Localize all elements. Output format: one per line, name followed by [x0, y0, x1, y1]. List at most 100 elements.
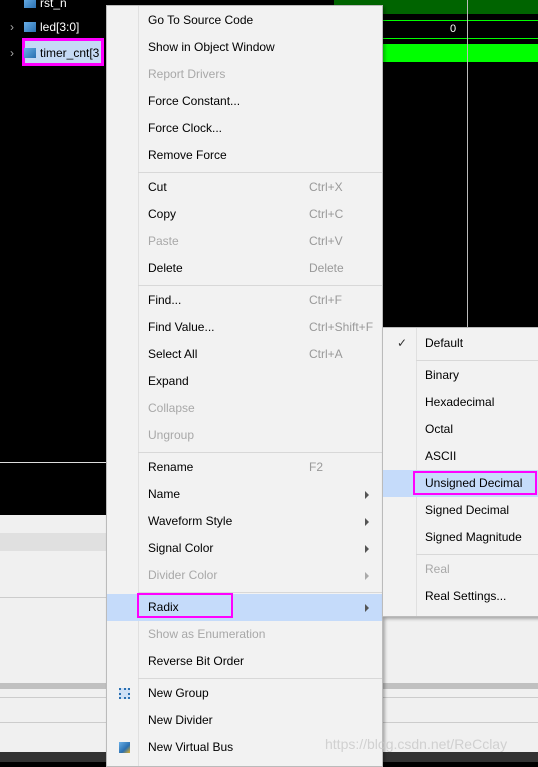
- shortcut-label: Ctrl+A: [309, 347, 343, 361]
- menu-item-label: Show in Object Window: [148, 40, 275, 54]
- menu-item-expand[interactable]: Expand: [107, 368, 382, 395]
- menu-item-ascii[interactable]: ASCII: [383, 443, 538, 470]
- menu-item-signal-color[interactable]: Signal Color: [107, 535, 382, 562]
- menu-item-label: Force Clock...: [148, 121, 223, 135]
- menu-item-label: Real: [425, 562, 450, 576]
- menu-item-force-clock[interactable]: Force Clock...: [107, 115, 382, 142]
- shortcut-label: F2: [309, 460, 324, 474]
- menu-item-label: Octal: [425, 422, 454, 436]
- menu-item-label: Reverse Bit Order: [148, 654, 245, 668]
- expand-chevron-icon[interactable]: ›: [10, 17, 24, 37]
- menu-item-label: Force Constant...: [148, 94, 241, 108]
- menu-item-default[interactable]: Default ✓: [383, 330, 538, 357]
- menu-item-label: Hexadecimal: [425, 395, 495, 409]
- menu-item-new-group[interactable]: New Group: [107, 680, 382, 707]
- menu-item-force-constant[interactable]: Force Constant...: [107, 88, 382, 115]
- menu-separator: [138, 172, 382, 173]
- radix-highlight-box: [137, 593, 233, 618]
- menu-item-label: Signed Decimal: [425, 503, 510, 517]
- menu-item-label: Rename: [148, 460, 194, 474]
- radix-submenu: Default ✓ Binary Hexadecimal Octal ASCII Unsig…: [382, 327, 538, 617]
- signal-name-panel: rst_n › led[3:0] › timer_cnt[3: [0, 0, 110, 515]
- menu-item-label: Paste: [148, 234, 179, 248]
- menu-item-label: New Group: [148, 686, 209, 700]
- menu-item-show-in-object-window[interactable]: Show in Object Window: [107, 34, 382, 61]
- watermark: https://blog.csdn.net/ReCclay: [325, 736, 508, 752]
- menu-item-label: Show as Enumeration: [148, 627, 266, 641]
- menu-item-label: New Divider: [148, 713, 213, 727]
- submenu-arrow-icon: [365, 518, 369, 526]
- shortcut-label: Ctrl+F: [309, 293, 342, 307]
- menu-item-waveform-style[interactable]: Waveform Style: [107, 508, 382, 535]
- menu-item-reverse-bit-order[interactable]: Reverse Bit Order: [107, 648, 382, 675]
- menu-item-report-drivers: Report Drivers: [107, 61, 382, 88]
- menu-item-label: Ungroup: [148, 428, 195, 442]
- menu-item-octal[interactable]: Octal: [383, 416, 538, 443]
- menu-item-label: ASCII: [425, 449, 457, 463]
- menu-item-label: Real Settings...: [425, 589, 507, 603]
- menu-item-find[interactable]: Find... Ctrl+F: [107, 287, 382, 314]
- menu-separator: [416, 554, 538, 555]
- menu-item-rename[interactable]: Rename F2: [107, 454, 382, 481]
- menu-item-label: Report Drivers: [148, 67, 226, 81]
- menu-item-label: Collapse: [148, 401, 195, 415]
- checkmark-icon: ✓: [397, 336, 408, 350]
- menu-item-cut[interactable]: Cut Ctrl+X: [107, 174, 382, 201]
- menu-item-signed-magnitude[interactable]: Signed Magnitude: [383, 524, 538, 551]
- menu-item-label: Signal Color: [148, 541, 214, 555]
- menu-separator: [138, 678, 382, 679]
- menu-item-divider-color: Divider Color: [107, 562, 382, 589]
- submenu-arrow-icon: [365, 604, 369, 612]
- menu-item-binary[interactable]: Binary: [383, 362, 538, 389]
- cursor-line[interactable]: [467, 0, 468, 330]
- menu-item-signed-decimal[interactable]: Signed Decimal: [383, 497, 538, 524]
- menu-item-real: Real: [383, 556, 538, 583]
- expand-chevron-icon[interactable]: ›: [10, 43, 24, 63]
- shortcut-label: Ctrl+Shift+F: [309, 320, 374, 334]
- unsigned-decimal-highlight-box: [413, 471, 537, 495]
- menu-item-label: Remove Force: [148, 148, 227, 162]
- menu-item-select-all[interactable]: Select All Ctrl+A: [107, 341, 382, 368]
- menu-item-show-as-enumeration: Show as Enumeration: [107, 621, 382, 648]
- menu-item-label: Select All: [148, 347, 198, 361]
- shortcut-label: Ctrl+X: [309, 180, 343, 194]
- group-icon: [119, 688, 130, 699]
- menu-item-paste: Paste Ctrl+V: [107, 228, 382, 255]
- signal-timer-cnt[interactable]: › timer_cnt[3: [10, 43, 99, 63]
- bus-icon: [24, 48, 36, 58]
- menu-item-find-value[interactable]: Find Value... Ctrl+Shift+F: [107, 314, 382, 341]
- menu-item-collapse: Collapse: [107, 395, 382, 422]
- menu-item-label: Divider Color: [148, 568, 218, 582]
- menu-item-name[interactable]: Name: [107, 481, 382, 508]
- menu-item-remove-force[interactable]: Remove Force: [107, 142, 382, 169]
- menu-item-label: Delete: [148, 261, 183, 275]
- menu-item-label: Default: [425, 336, 464, 350]
- context-menu: Go To Source Code Show in Object Window Re…: [106, 5, 383, 767]
- menu-item-label: Cut: [148, 180, 167, 194]
- menu-item-copy[interactable]: Copy Ctrl+C: [107, 201, 382, 228]
- menu-item-new-divider[interactable]: New Divider: [107, 707, 382, 734]
- menu-item-label: Signed Magnitude: [425, 530, 522, 544]
- menu-separator: [138, 285, 382, 286]
- menu-item-real-settings[interactable]: Real Settings...: [383, 583, 538, 610]
- input-port-icon: [24, 0, 36, 8]
- bus-icon: [24, 22, 36, 32]
- menu-item-go-to-source-code[interactable]: Go To Source Code: [107, 7, 382, 34]
- virtual-bus-icon: [119, 742, 130, 753]
- led-value: 0: [450, 23, 457, 35]
- menu-item-delete[interactable]: Delete Delete: [107, 255, 382, 282]
- menu-item-label: Binary: [425, 368, 460, 382]
- menu-separator: [138, 452, 382, 453]
- menu-item-label: Name: [148, 487, 181, 501]
- submenu-arrow-icon: [365, 491, 369, 499]
- menu-item-hexadecimal[interactable]: Hexadecimal: [383, 389, 538, 416]
- signal-rst-n[interactable]: rst_n: [10, 0, 67, 13]
- menu-item-label: Find...: [148, 293, 182, 307]
- shortcut-label: Ctrl+C: [309, 207, 344, 221]
- menu-item-label: Expand: [148, 374, 189, 388]
- menu-separator: [416, 360, 538, 361]
- menu-item-label: Go To Source Code: [148, 13, 254, 27]
- menu-item-ungroup: Ungroup: [107, 422, 382, 449]
- menu-item-label: Find Value...: [148, 320, 215, 334]
- signal-led[interactable]: › led[3:0]: [10, 17, 79, 37]
